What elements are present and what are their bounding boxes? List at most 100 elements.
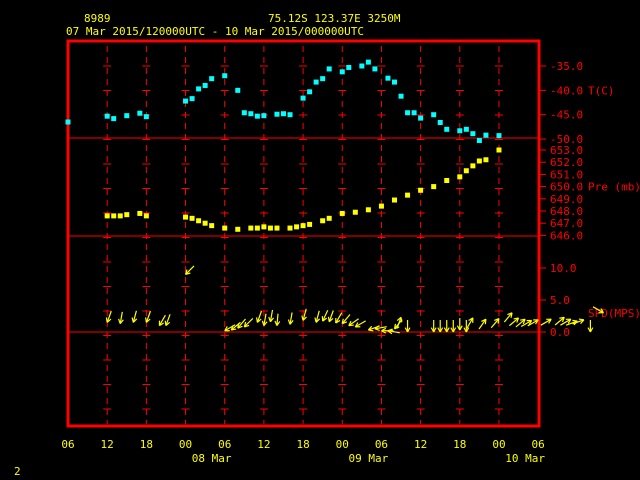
wind-barb-head xyxy=(484,319,487,325)
meteogram: 8989 75.12S 123.37E 3250M 07 Mar 2015/12… xyxy=(14,12,640,478)
temperature-point xyxy=(143,114,149,120)
temperature-point xyxy=(183,98,189,104)
x-tick-label-hour: 06 xyxy=(375,438,388,451)
pressure-point xyxy=(320,218,326,224)
temperature-point xyxy=(405,110,411,116)
wind-barb-head xyxy=(287,319,291,325)
pressure-point xyxy=(405,192,411,198)
temperature-point xyxy=(326,66,332,72)
page-number: 2 xyxy=(14,465,21,478)
x-tick-label-hour: 12 xyxy=(101,438,114,451)
pressure-point xyxy=(418,187,424,193)
wind-barb-head xyxy=(105,317,108,323)
temperature-point xyxy=(104,113,110,119)
x-tick-label-hour: 12 xyxy=(257,438,270,451)
pressure-point xyxy=(300,223,306,229)
pressure-point xyxy=(294,224,300,230)
temperature-point xyxy=(444,126,450,132)
pressure-point xyxy=(431,184,437,190)
temperature-point xyxy=(300,95,306,101)
y-axis-label-temperature: T(C) xyxy=(588,84,615,97)
temperature-point xyxy=(359,63,365,69)
temperature-point xyxy=(287,112,293,118)
pressure-point xyxy=(137,210,143,216)
y-tick-label-temperature: -35.0 xyxy=(550,60,583,73)
pressure-point xyxy=(267,225,273,231)
temperature-point xyxy=(339,69,345,75)
pressure-point xyxy=(143,213,149,219)
y-tick-label-pressure: 653.0 xyxy=(550,144,583,157)
temperature-point xyxy=(418,115,424,121)
pressure-point xyxy=(254,225,260,231)
temperature-point xyxy=(385,75,391,81)
wind-barb-head xyxy=(368,329,374,332)
temperature-point xyxy=(124,113,130,119)
pressure-point xyxy=(457,174,463,180)
pressure-point xyxy=(248,225,254,231)
pressure-point xyxy=(202,220,208,226)
x-day-label: 08 Mar xyxy=(192,452,232,465)
x-tick-label-hour: 00 xyxy=(336,438,349,451)
wind-barb-head xyxy=(374,328,380,331)
x-tick-label-hour: 06 xyxy=(218,438,231,451)
pressure-point xyxy=(183,214,189,220)
temperature-point xyxy=(320,76,326,82)
y-tick-label-pressure: 650.0 xyxy=(550,181,583,194)
wind-barb-head xyxy=(327,316,330,322)
wind-barb-head xyxy=(256,317,258,323)
y-tick-label-wind: 10.0 xyxy=(550,262,577,275)
y-tick-label-pressure: 646.0 xyxy=(550,229,583,242)
pressure-point xyxy=(392,197,397,203)
temperature-point xyxy=(280,111,286,117)
temperature-point xyxy=(222,73,228,79)
x-tick-label-hour: 00 xyxy=(179,438,192,451)
pressure-point xyxy=(470,163,476,169)
pressure-point xyxy=(365,207,371,213)
temperature-point xyxy=(457,128,463,134)
wind-barb-head xyxy=(131,317,134,323)
pressure-point xyxy=(444,178,450,183)
pressure-point xyxy=(111,213,117,219)
pressure-point xyxy=(463,168,469,174)
temperature-point xyxy=(463,126,469,132)
wind-barb-head xyxy=(268,316,271,322)
wind-barb-head xyxy=(572,319,578,322)
temperature-point xyxy=(307,89,313,95)
pressure-point xyxy=(352,209,358,215)
x-tick-label-hour: 18 xyxy=(296,438,309,451)
y-tick-label-pressure: 647.0 xyxy=(550,217,583,230)
y-tick-label-temperature: -40.0 xyxy=(550,84,583,97)
time-period: 07 Mar 2015/120000UTC - 10 Mar 2015/0000… xyxy=(66,25,364,38)
station-id: 8989 xyxy=(84,12,111,25)
temperature-point xyxy=(470,131,476,137)
pressure-point xyxy=(196,218,202,224)
y-tick-label-wind: 0.0 xyxy=(550,326,570,339)
temperature-point xyxy=(398,93,404,99)
temperature-point xyxy=(313,79,319,85)
temperature-point xyxy=(189,96,195,102)
temperature-point xyxy=(372,66,378,72)
temperature-point xyxy=(365,59,371,65)
wind-barb-head xyxy=(301,315,304,321)
temperature-point xyxy=(202,82,208,88)
pressure-point xyxy=(339,210,345,216)
x-tick-label-hour: 18 xyxy=(453,438,466,451)
temperature-point xyxy=(137,110,143,116)
temperature-point xyxy=(111,116,117,122)
pressure-point xyxy=(189,215,195,221)
temperature-point xyxy=(431,112,437,118)
temperature-point xyxy=(411,110,417,116)
pressure-point xyxy=(274,225,280,231)
pressure-point xyxy=(209,223,215,229)
temperature-point xyxy=(65,119,71,125)
wind-barb-head xyxy=(314,317,317,323)
pressure-point xyxy=(483,157,489,163)
temperature-point xyxy=(248,111,254,117)
temperature-point xyxy=(261,113,267,119)
temperature-point xyxy=(254,113,260,119)
temperature-point xyxy=(241,110,247,116)
pressure-point xyxy=(222,225,228,231)
wind-barb-head xyxy=(400,317,403,323)
y-tick-label-pressure: 649.0 xyxy=(550,193,583,206)
temperature-point xyxy=(209,76,215,82)
